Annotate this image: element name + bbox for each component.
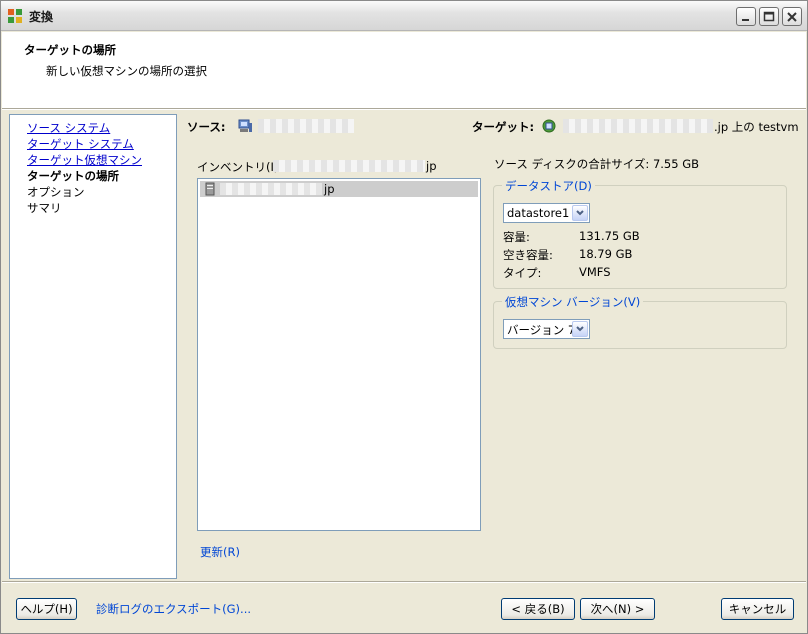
type-value: VMFS [579, 265, 611, 279]
wizard-header: ターゲットの場所 新しい仮想マシンの場所の選択 [2, 32, 806, 108]
host-icon [542, 119, 556, 133]
capacity-label: 容量: [503, 230, 530, 244]
cancel-button[interactable]: キャンセル [721, 598, 794, 620]
minimize-icon [742, 19, 749, 21]
close-button[interactable] [782, 7, 802, 26]
nav-item-target-location: ターゲットの場所 [27, 169, 119, 183]
header-divider [2, 108, 806, 110]
target-hostname-redacted [563, 119, 713, 133]
footer-divider [2, 581, 806, 583]
target-value: .jp 上の testvm [714, 120, 799, 134]
page-title: ターゲットの場所 [24, 43, 116, 57]
datastore-select[interactable]: datastore1 [503, 203, 590, 223]
vm-version-select-value: バージョン 7 [507, 323, 576, 337]
server-icon [205, 182, 215, 196]
page-subtitle: 新しい仮想マシンの場所の選択 [46, 64, 207, 78]
chevron-down-icon[interactable] [572, 205, 588, 221]
datastore-select-value: datastore1 [507, 206, 570, 220]
minimize-button[interactable] [736, 7, 756, 26]
datastore-legend: データストア(D) [502, 178, 595, 194]
capacity-value: 131.75 GB [579, 229, 640, 243]
inventory-item-suffix: jp [324, 182, 335, 196]
wizard-steps-nav: ソース システム ターゲット システム ターゲット仮想マシン ターゲットの場所 … [9, 114, 177, 579]
help-button[interactable]: ヘルプ(H) [16, 598, 77, 620]
window-title: 変換 [29, 10, 54, 24]
source-label: ソース: [187, 120, 226, 134]
inventory-item-selected[interactable]: jp [200, 181, 478, 197]
close-icon [787, 12, 797, 22]
free-space-value: 18.79 GB [579, 247, 633, 261]
inventory-host-redacted [273, 160, 425, 172]
export-logs-link[interactable]: 診断ログのエクスポート(G)... [96, 601, 251, 617]
total-disk-size: ソース ディスクの合計サイズ: 7.55 GB [494, 157, 700, 171]
next-button[interactable]: 次へ(N) > [580, 598, 655, 620]
type-label: タイプ: [503, 266, 542, 280]
maximize-icon [763, 11, 775, 22]
converter-window: 変換 ターゲットの場所 新しい仮想マシンの場所の選択 ソース システム ターゲッ… [0, 0, 808, 634]
vm-version-select[interactable]: バージョン 7 [503, 319, 590, 339]
inventory-tree[interactable]: jp [197, 178, 481, 531]
app-icon [8, 9, 22, 23]
back-button[interactable]: < 戻る(B) [501, 598, 575, 620]
chevron-down-icon[interactable] [572, 321, 588, 337]
maximize-button[interactable] [759, 7, 779, 26]
nav-item-target-vm[interactable]: ターゲット仮想マシン [27, 153, 142, 167]
nav-item-target-system[interactable]: ターゲット システム [27, 137, 134, 151]
free-space-label: 空き容量: [503, 248, 553, 262]
vm-version-legend: 仮想マシン バージョン(V) [502, 294, 644, 310]
inventory-label: インベントリ(I): [197, 160, 283, 174]
nav-item-summary: サマリ [27, 201, 62, 215]
inventory-host-suffix: jp [426, 159, 437, 173]
source-hostname-redacted [258, 119, 354, 133]
inventory-item-name-redacted [220, 183, 322, 195]
refresh-link[interactable]: 更新(R) [200, 544, 240, 560]
nav-item-options: オプション [27, 185, 85, 199]
title-bar[interactable]: 変換 [1, 1, 807, 31]
nav-item-source-system[interactable]: ソース システム [27, 121, 110, 135]
computer-icon [238, 119, 252, 132]
target-label: ターゲット: [472, 120, 535, 134]
